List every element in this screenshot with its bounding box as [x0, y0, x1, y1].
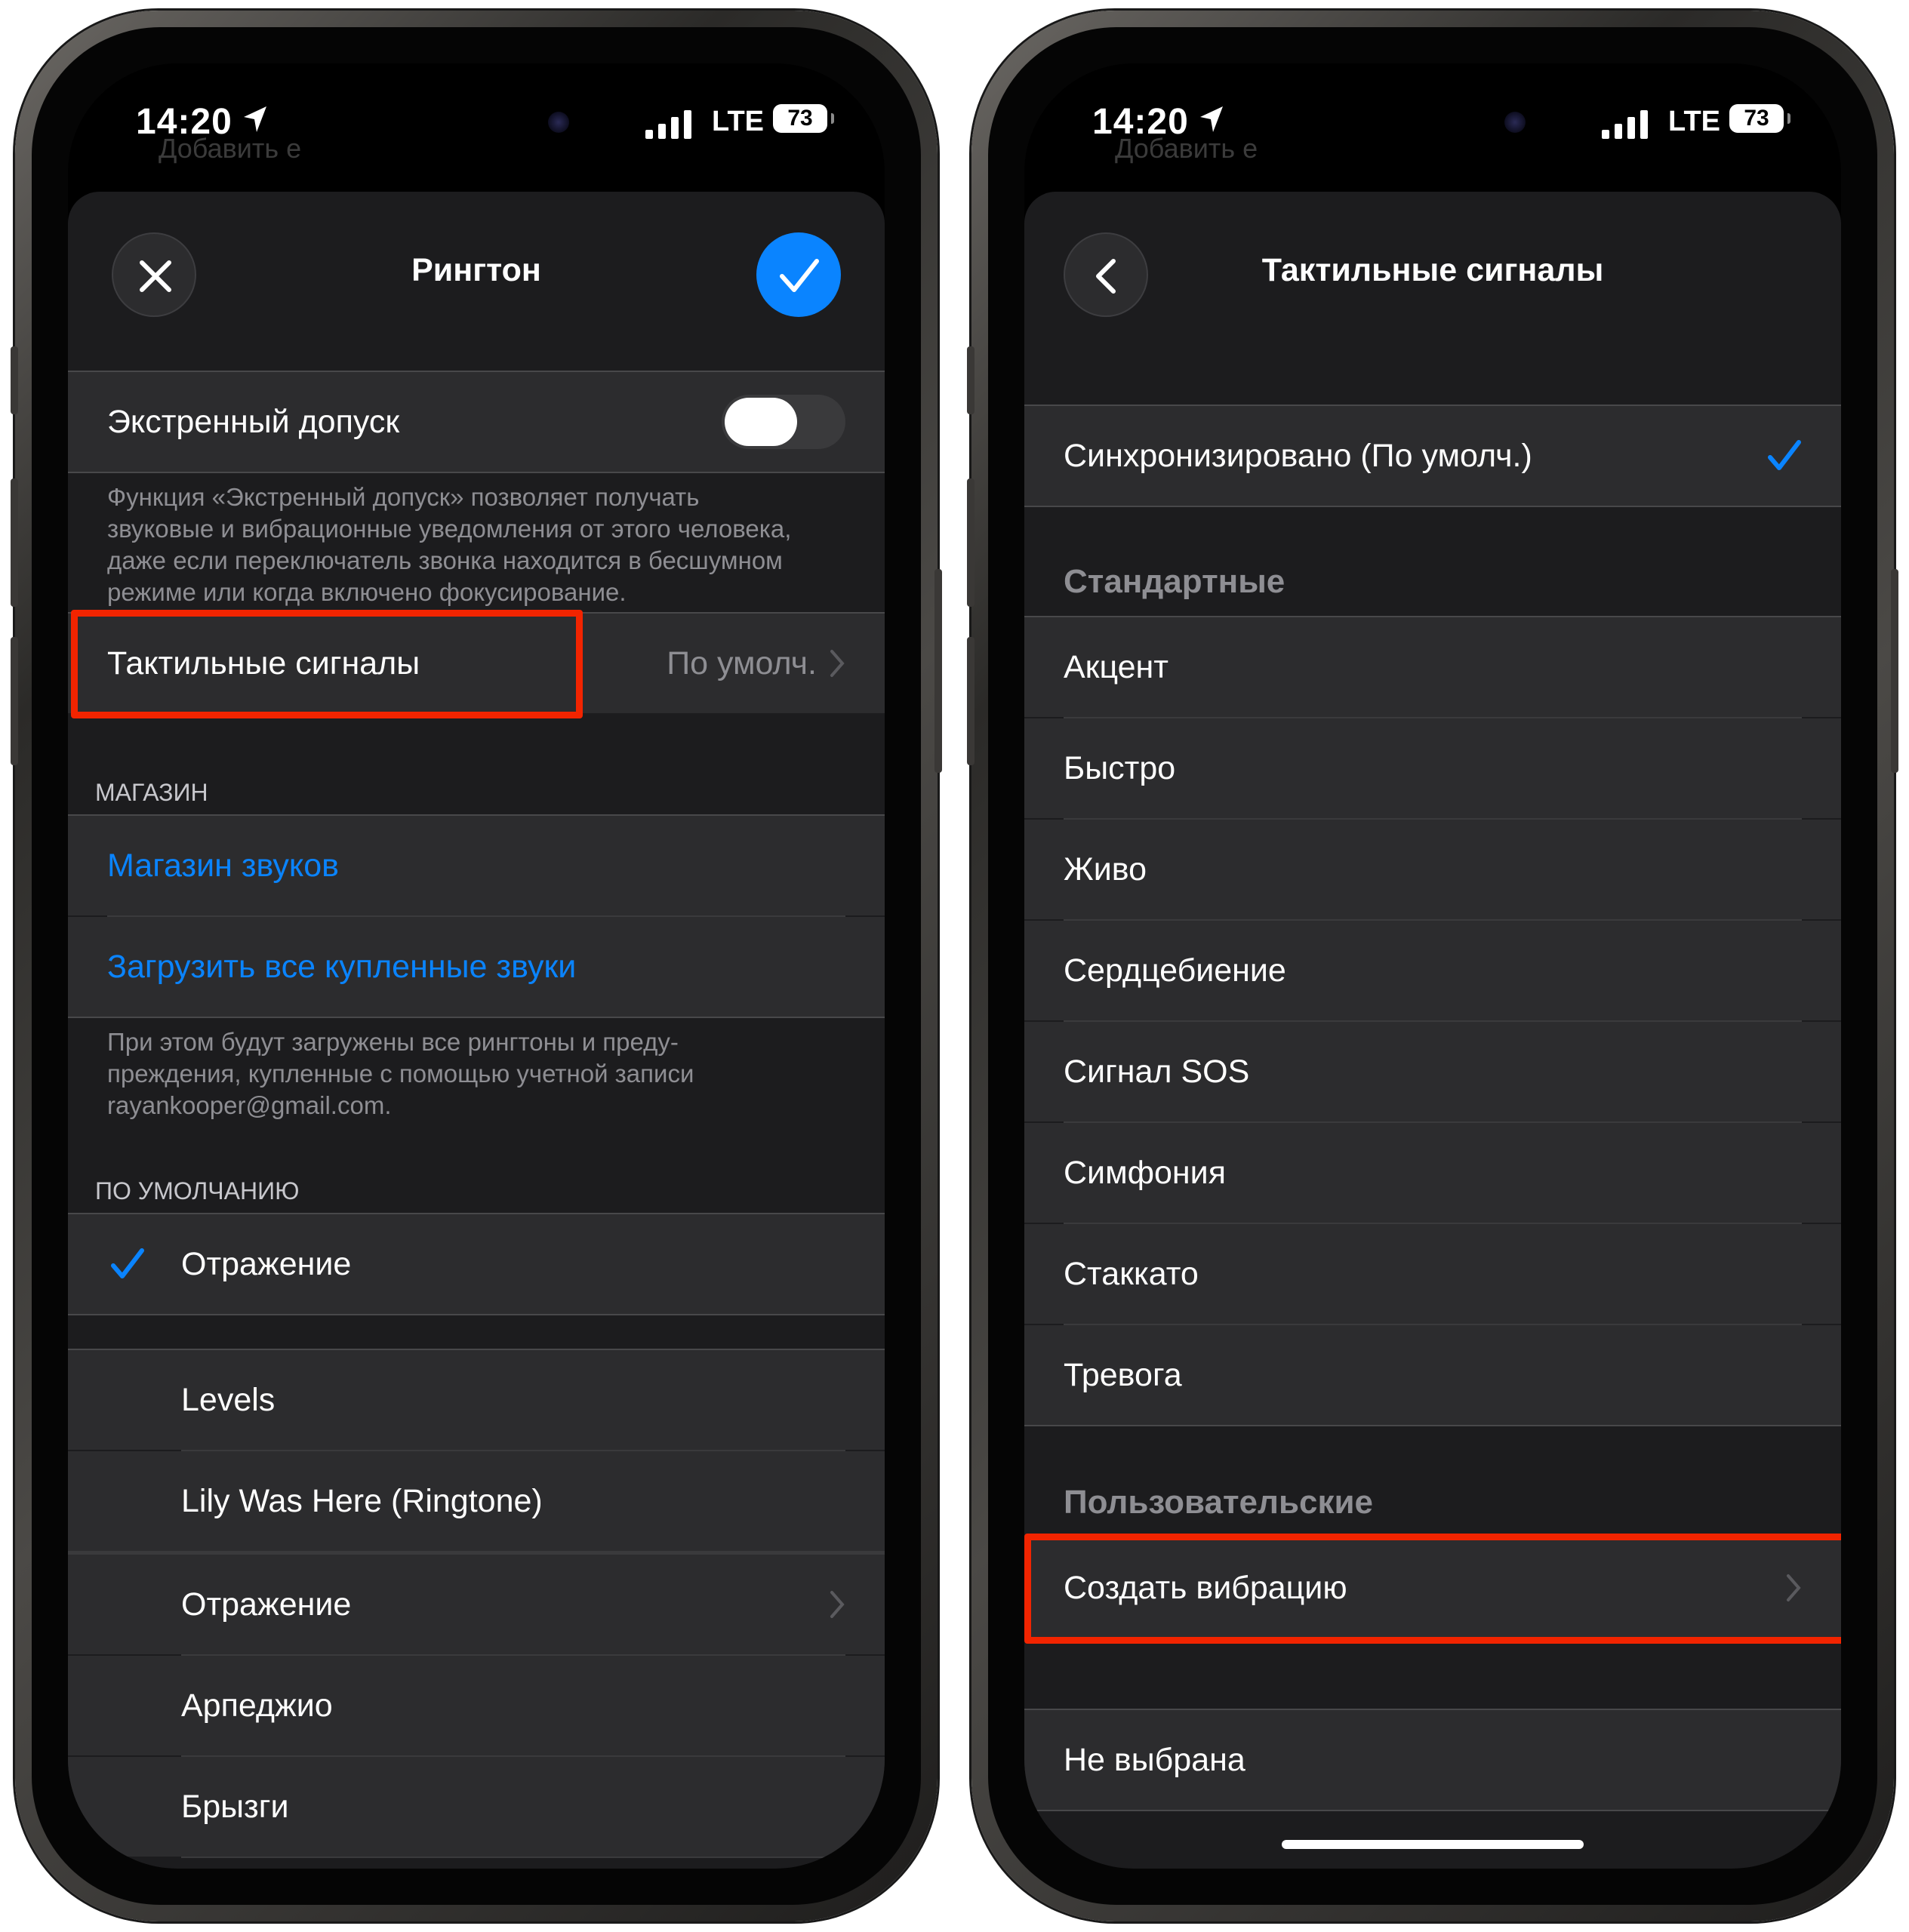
ringtone-row[interactable]: Арпеджио	[68, 1656, 885, 1755]
tone-label: Lily Was Here (Ringtone)	[181, 1483, 543, 1519]
side-button	[934, 569, 942, 773]
haptic-label: Стаккато	[1064, 1256, 1199, 1292]
haptic-label: Симфония	[1064, 1155, 1226, 1191]
note-line: rayankooper@gmail.com.	[107, 1091, 392, 1119]
none-row[interactable]: Не выбрана	[1024, 1710, 1841, 1810]
haptics-sheet: Тактильные сигналы Синхронизировано (По …	[1024, 192, 1841, 1869]
ringtone-sheet: Рингтон Экстренный допуск Функция «Экстр…	[68, 192, 885, 1869]
bezel: Добавить е 14:20 LTE 73 Рингтон Экстренн…	[32, 27, 921, 1905]
note-line: преждения, купленные с помощью учетной з…	[107, 1060, 694, 1088]
divider	[1024, 1810, 1841, 1811]
note-line: даже если переключатель звонка находится…	[107, 546, 783, 574]
haptic-label: Тревога	[1064, 1357, 1182, 1393]
divider	[68, 472, 885, 473]
haptic-row[interactable]: Сигнал SOS	[1024, 1022, 1841, 1121]
synced-row[interactable]: Синхронизировано (По умолч.)	[1024, 406, 1841, 506]
battery-icon: 73	[773, 104, 834, 133]
location-arrow-icon	[244, 106, 266, 132]
note-line: При этом будут загружены все рингтоны и …	[107, 1028, 679, 1056]
volume-up-button	[11, 478, 18, 607]
signal-icon	[1602, 110, 1648, 139]
haptic-label: Акцент	[1064, 649, 1168, 685]
custom-section-header: Пользовательские	[1064, 1484, 1374, 1521]
screen-ringtone: Добавить е 14:20 LTE 73 Рингтон Экстренн…	[68, 63, 885, 1869]
screen-haptics: Добавить е 14:20 LTE 73 Тактильные сигна…	[1024, 63, 1841, 1869]
note-line: режиме или когда включено фокусирование.	[107, 578, 627, 606]
tone-label: Levels	[181, 1382, 276, 1418]
network-type: LTE	[712, 106, 764, 137]
highlight-box	[71, 610, 583, 718]
none-label: Не выбрана	[1064, 1742, 1245, 1778]
tone-row[interactable]: Lily Was Here (Ringtone)	[68, 1451, 885, 1551]
divider	[1024, 1425, 1841, 1426]
note-line: звуковые и вибрационные уведомления от э…	[107, 515, 792, 543]
checkmark-icon	[1768, 440, 1801, 470]
default-tone-label: Отражение	[181, 1246, 352, 1282]
store-link: Магазин звуков	[107, 848, 339, 884]
bezel: Добавить е 14:20 LTE 73 Тактильные сигна…	[988, 27, 1877, 1905]
emergency-bypass-toggle[interactable]	[722, 395, 845, 449]
ringtone-row[interactable]: Брызги	[68, 1757, 885, 1857]
download-link-row[interactable]: Загрузить все купленные звуки	[68, 917, 885, 1017]
confirm-button[interactable]	[756, 232, 841, 317]
battery-icon: 73	[1729, 104, 1790, 133]
status-bar: 14:20 LTE 73	[68, 94, 885, 154]
haptic-label: Быстро	[1064, 750, 1176, 786]
chevron-right-icon	[830, 650, 845, 677]
ringtone-label: Брызги	[181, 1789, 289, 1825]
status-time: 14:20	[1092, 102, 1189, 142]
ringtone-label: Арпеджио	[181, 1687, 333, 1724]
store-link-row[interactable]: Магазин звуков	[68, 816, 885, 915]
divider	[68, 1017, 885, 1018]
haptic-row[interactable]: Быстро	[1024, 718, 1841, 818]
default-section-header: ПО УМОЛЧАНИЮ	[95, 1177, 300, 1204]
status-bar: 14:20 LTE 73	[1024, 94, 1841, 154]
checkmark-icon	[111, 1248, 144, 1278]
haptic-row[interactable]: Симфония	[1024, 1123, 1841, 1223]
phone-left: Добавить е 14:20 LTE 73 Рингтон Экстренн…	[11, 11, 942, 1921]
location-arrow-icon	[1200, 106, 1223, 132]
toggle-knob	[725, 398, 797, 446]
emergency-bypass-label: Экстренный допуск	[107, 404, 400, 440]
volume-down-button	[967, 637, 975, 765]
haptic-row[interactable]: Тревога	[1024, 1325, 1841, 1425]
action-button	[11, 346, 18, 414]
divider	[1024, 506, 1841, 507]
download-purchased-link: Загрузить все купленные звуки	[107, 949, 577, 985]
home-indicator[interactable]	[1282, 1840, 1584, 1849]
chevron-right-icon	[830, 1591, 845, 1618]
haptic-label: Живо	[1064, 851, 1147, 888]
store-section-header: МАГАЗИН	[95, 779, 208, 806]
volume-down-button	[11, 637, 18, 765]
default-tone-row[interactable]: Отражение	[68, 1214, 885, 1314]
haptic-label: Сердцебиение	[1064, 952, 1286, 989]
ringtone-row[interactable]: Отражение	[68, 1555, 885, 1654]
action-button	[967, 346, 975, 414]
synced-label: Синхронизировано (По умолч.)	[1064, 438, 1532, 474]
tone-row[interactable]: Levels	[68, 1350, 885, 1450]
note-line: Функция «Экстренный допуск» позволяет по…	[107, 483, 700, 511]
haptic-row[interactable]: Стаккато	[1024, 1224, 1841, 1324]
haptic-label: Сигнал SOS	[1064, 1054, 1250, 1090]
phone-right: Добавить е 14:20 LTE 73 Тактильные сигна…	[967, 11, 1898, 1921]
checkmark-icon	[780, 259, 819, 292]
emergency-note: Функция «Экстренный допуск» позволяет по…	[107, 481, 791, 608]
haptic-row[interactable]: Живо	[1024, 820, 1841, 919]
haptic-row[interactable]: Сердцебиение	[1024, 921, 1841, 1020]
divider	[68, 1314, 885, 1315]
network-type: LTE	[1668, 106, 1720, 137]
volume-up-button	[967, 478, 975, 607]
divider	[181, 1857, 845, 1858]
side-button	[1891, 569, 1898, 773]
highlight-box	[1024, 1534, 1841, 1644]
haptics-value: По умолч.	[667, 645, 817, 681]
ringtone-label: Отражение	[181, 1586, 352, 1623]
page-title: Тактильные сигналы	[1261, 252, 1604, 288]
download-note: При этом будут загружены все рингтоны и …	[107, 1026, 694, 1121]
emergency-bypass-row: Экстренный допуск	[68, 372, 885, 472]
haptic-row[interactable]: Акцент	[1024, 617, 1841, 717]
signal-icon	[645, 110, 691, 139]
status-time: 14:20	[136, 102, 232, 142]
standard-section-header: Стандартные	[1064, 563, 1285, 600]
